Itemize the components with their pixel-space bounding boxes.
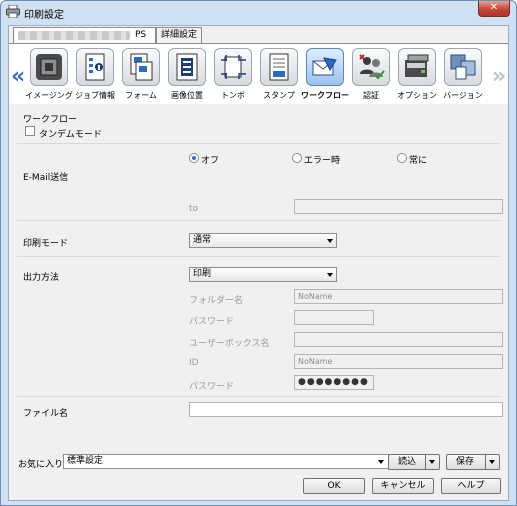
folder-name-label: フォルダー名 [189,296,244,306]
toolbar-item-stamp[interactable]: スタンプ [257,48,301,104]
file-name-field[interactable] [189,402,503,417]
divider [17,143,500,144]
toolbar-item-label: 認証 [363,91,379,100]
title-bar: 印刷設定 ✕ [1,1,516,23]
chevron-down-icon [327,239,333,243]
toolbar-item-label: 画像位置 [171,91,203,100]
email-to-field[interactable] [294,199,503,214]
toolbar-item-label: スタンプ [263,91,295,100]
toolbar-item-label: ジョブ情報 [75,91,115,100]
form-icon [122,48,160,86]
dialog-client-area: PS 詳細設定 « イメージング ジョブ情報 フォーム 画像位置 トンボ スタン… [8,25,509,501]
toolbar-item-label: イメージング [25,91,73,100]
scroll-left-icon[interactable]: « [11,66,25,88]
file-name-label: ファイル名 [23,409,69,419]
ok-button[interactable]: OK [303,478,365,494]
workflow-section-title: ワークフロー [23,115,78,125]
toolbar-item-label: ワークフロー [301,91,349,100]
cancel-button[interactable]: キャンセル [372,478,434,494]
print-mode-value: 通常 [193,235,212,245]
divider [17,220,500,221]
print-mode-select[interactable]: 通常 [189,233,337,248]
tab-advanced-settings[interactable]: 詳細設定 [156,27,202,43]
password2-label: パスワード [189,382,235,392]
toolbar-item-crop-marks[interactable]: トンボ [211,48,255,104]
toolbar-item-label: バージョン [443,91,483,100]
email-error-radio[interactable] [292,153,302,163]
toolbar-item-label: フォーム [125,91,157,100]
crop-marks-icon [214,48,252,86]
close-button[interactable]: ✕ [478,1,510,17]
tab-printer-ps[interactable]: PS [13,27,156,44]
imaging-icon [30,48,68,86]
print-settings-window: 印刷設定 ✕ PS 詳細設定 « イメージング ジョブ情報 フォーム 画像位置 … [0,0,517,506]
dialog-footer: お気に入り 標準設定 読込 保存 OK キャンセル ヘルプ [9,454,508,500]
help-button[interactable]: ヘルプ [441,478,501,494]
toolbar-item-job-info[interactable]: ジョブ情報 [73,48,117,104]
toolbar-item-imaging[interactable]: イメージング [25,48,73,104]
printer-icon [6,4,20,19]
password-field[interactable] [294,310,374,325]
email-always-label: 常に [409,156,428,166]
user-box-field[interactable] [294,332,503,347]
password-label: パスワード [189,317,235,327]
toolbar-item-label: トンボ [221,91,245,100]
feature-toolbar: « イメージング ジョブ情報 フォーム 画像位置 トンボ スタンプ ワークフロー… [9,44,508,104]
output-method-value: 印刷 [193,269,212,279]
tab-strip: PS 詳細設定 [9,27,508,44]
window-title: 印刷設定 [24,10,64,21]
load-button-label: 読込 [398,457,417,467]
stamp-icon [260,48,298,86]
email-off-radio[interactable] [189,153,199,163]
scroll-right-icon[interactable]: » [492,66,506,88]
toolbar-item-workflow[interactable]: ワークフロー [301,48,349,104]
chevron-down-icon[interactable] [485,455,499,469]
save-button[interactable]: 保存 [446,454,500,470]
toolbar-item-label: オプション [397,91,437,100]
chevron-down-icon[interactable] [425,455,439,469]
id-label: ID [189,358,199,368]
password2-field[interactable]: ●●●●●●●● [294,375,374,390]
tandem-mode-label: タンデムモード [39,130,102,140]
authentication-icon [352,48,390,86]
email-always-radio[interactable] [397,153,407,163]
chevron-down-icon [378,460,384,464]
email-label: E-Mail送信 [23,173,69,183]
image-position-icon [168,48,206,86]
favorites-select[interactable]: 標準設定 [63,454,389,469]
email-to-label: to [189,204,199,214]
print-mode-label: 印刷モード [23,239,69,249]
printer-name-redacted [18,31,130,40]
toolbar-item-authentication[interactable]: 認証 [349,48,393,104]
divider [17,396,500,397]
job-info-icon [76,48,114,86]
user-box-label: ユーザーボックス名 [189,339,270,349]
toolbar-item-image-position[interactable]: 画像位置 [165,48,209,104]
email-error-label: エラー時 [304,156,341,166]
favorites-label: お気に入り [18,460,64,470]
options-icon [398,48,436,86]
save-button-label: 保存 [456,457,475,467]
email-off-label: オフ [201,156,220,166]
favorites-value: 標準設定 [67,456,104,466]
id-field[interactable]: NoName [294,354,503,369]
workflow-icon [306,48,344,86]
output-method-select[interactable]: 印刷 [189,267,337,282]
tab-ps-label: PS [135,30,147,40]
toolbar-item-form[interactable]: フォーム [119,48,163,104]
version-icon [444,48,482,86]
output-method-label: 出力方法 [23,273,60,283]
toolbar-item-version[interactable]: バージョン [441,48,485,104]
toolbar-item-options[interactable]: オプション [395,48,439,104]
chevron-down-icon [327,273,333,277]
workflow-panel: ワークフロー タンデムモード E-Mail送信 オフ エラー時 常に to 印刷… [17,106,503,447]
load-button[interactable]: 読込 [388,454,440,470]
divider [17,256,500,257]
tandem-mode-checkbox[interactable] [25,126,35,136]
folder-name-field[interactable]: NoName [294,289,503,304]
